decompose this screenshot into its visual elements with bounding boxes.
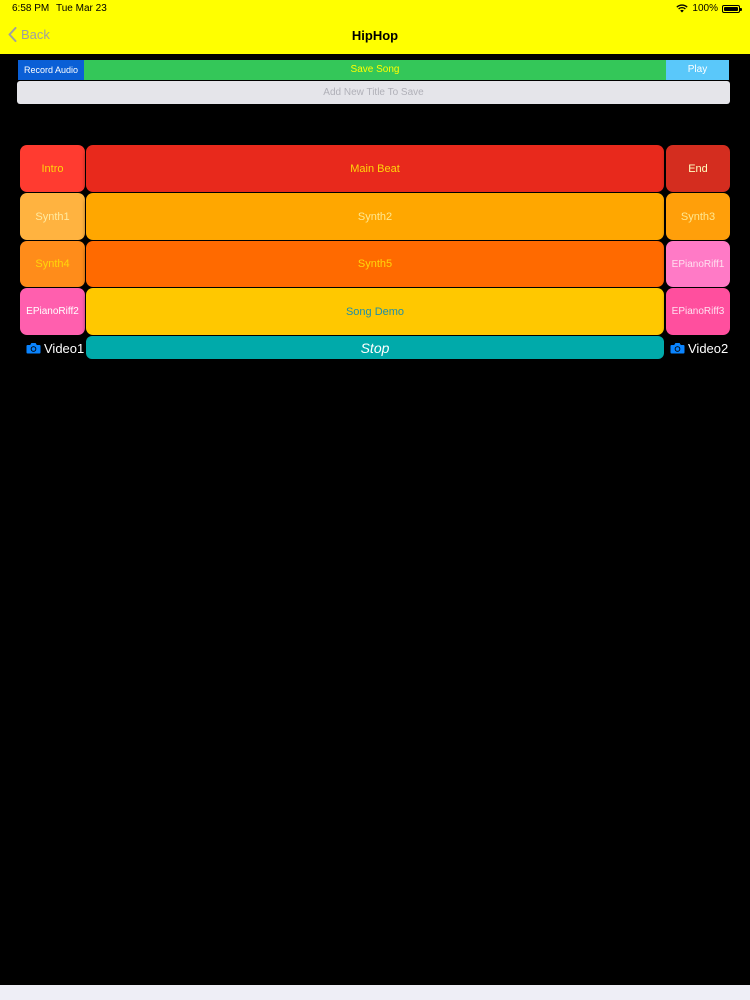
video2-label: Video2	[688, 340, 729, 356]
song-title-input[interactable]	[17, 81, 730, 104]
play-button[interactable]: Play	[666, 60, 729, 80]
battery-percent: 100%	[692, 3, 718, 14]
status-date: Tue Mar 23	[56, 3, 107, 14]
save-song-button[interactable]: Save Song	[84, 60, 666, 80]
pad-song-demo[interactable]: Song Demo	[86, 288, 664, 335]
pad-synth2[interactable]: Synth2	[86, 193, 664, 240]
camera-icon	[670, 343, 685, 354]
wifi-icon	[676, 4, 689, 13]
toolbar: Record Audio Save Song Play	[18, 60, 729, 80]
record-audio-button[interactable]: Record Audio	[18, 60, 84, 80]
pad-synth4[interactable]: Synth4	[20, 241, 85, 287]
pad-epianoriff3[interactable]: EPianoRiff3	[666, 288, 730, 335]
home-indicator-bar	[0, 985, 750, 1000]
pad-epianoriff1[interactable]: EPianoRiff1	[666, 241, 730, 287]
top-bar: 6:58 PM Tue Mar 23 100% Back HipHop	[0, 0, 750, 54]
pad-synth3[interactable]: Synth3	[666, 193, 730, 240]
status-time: 6:58 PM	[12, 3, 50, 14]
video1-button[interactable]: Video1	[26, 338, 84, 358]
video2-button[interactable]: Video2	[670, 338, 728, 358]
battery-icon	[722, 4, 742, 13]
page-title: HipHop	[351, 28, 399, 43]
status-indicators: 100%	[676, 3, 742, 14]
stop-button[interactable]: Stop	[86, 336, 664, 359]
camera-icon	[26, 343, 41, 354]
pad-end[interactable]: End	[666, 145, 730, 192]
pad-synth5[interactable]: Synth5	[86, 241, 664, 287]
pad-synth1[interactable]: Synth1	[20, 193, 85, 240]
pad-main-beat[interactable]: Main Beat	[86, 145, 664, 192]
battery-fill	[724, 6, 738, 11]
pad-intro[interactable]: Intro	[20, 145, 85, 192]
pad-epianoriff2[interactable]: EPianoRiff2	[20, 288, 85, 335]
video1-label: Video1	[44, 340, 85, 356]
